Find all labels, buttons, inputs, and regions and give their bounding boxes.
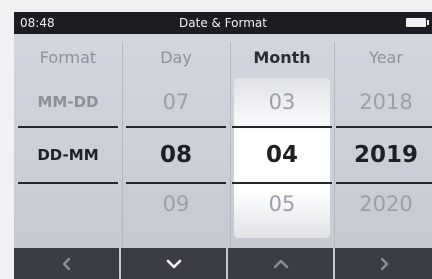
month-column-header[interactable]: Month: [232, 48, 332, 67]
up-button[interactable]: [228, 248, 333, 279]
format-option-mm-dd[interactable]: MM-DD: [18, 93, 118, 111]
year-value-above[interactable]: 2018: [336, 90, 432, 114]
column-divider: [334, 42, 335, 248]
year-value-below[interactable]: 2020: [336, 192, 432, 216]
selection-line-top: [18, 126, 118, 128]
selection-line-bottom: [232, 182, 332, 184]
battery-full-icon: [406, 18, 429, 27]
chevron-right-icon: [380, 257, 388, 270]
format-column-header[interactable]: Format: [18, 48, 118, 67]
down-button[interactable]: [121, 248, 226, 279]
day-column-header[interactable]: Day: [126, 48, 226, 67]
chevron-up-icon: [273, 259, 288, 268]
date-format-screen: 08:48 Date & Format Format Day Month Yea…: [14, 12, 432, 279]
selection-line-bottom: [336, 182, 432, 184]
selection-line-top: [336, 126, 432, 128]
month-value-below[interactable]: 05: [232, 192, 332, 216]
selection-line-bottom: [18, 182, 118, 184]
format-option-dd-mm[interactable]: DD-MM: [18, 146, 118, 164]
right-button[interactable]: [335, 248, 432, 279]
chevron-down-icon: [166, 259, 181, 268]
day-value-above[interactable]: 07: [126, 90, 226, 114]
column-divider: [230, 42, 231, 248]
selection-line-bottom: [126, 182, 226, 184]
day-value-below[interactable]: 09: [126, 192, 226, 216]
month-value-selected[interactable]: 04: [232, 142, 332, 168]
column-divider: [122, 42, 123, 248]
day-value-selected[interactable]: 08: [126, 142, 226, 168]
screen-title: Date & Format: [179, 16, 267, 30]
left-button[interactable]: [14, 248, 119, 279]
status-bar: 08:48 Date & Format: [14, 12, 432, 34]
selection-line-top: [126, 126, 226, 128]
year-column-header[interactable]: Year: [336, 48, 432, 67]
nav-bar: [14, 248, 432, 279]
month-value-above[interactable]: 03: [232, 90, 332, 114]
year-value-selected[interactable]: 2019: [336, 142, 432, 168]
chevron-left-icon: [62, 257, 70, 270]
selection-line-top: [232, 126, 332, 128]
